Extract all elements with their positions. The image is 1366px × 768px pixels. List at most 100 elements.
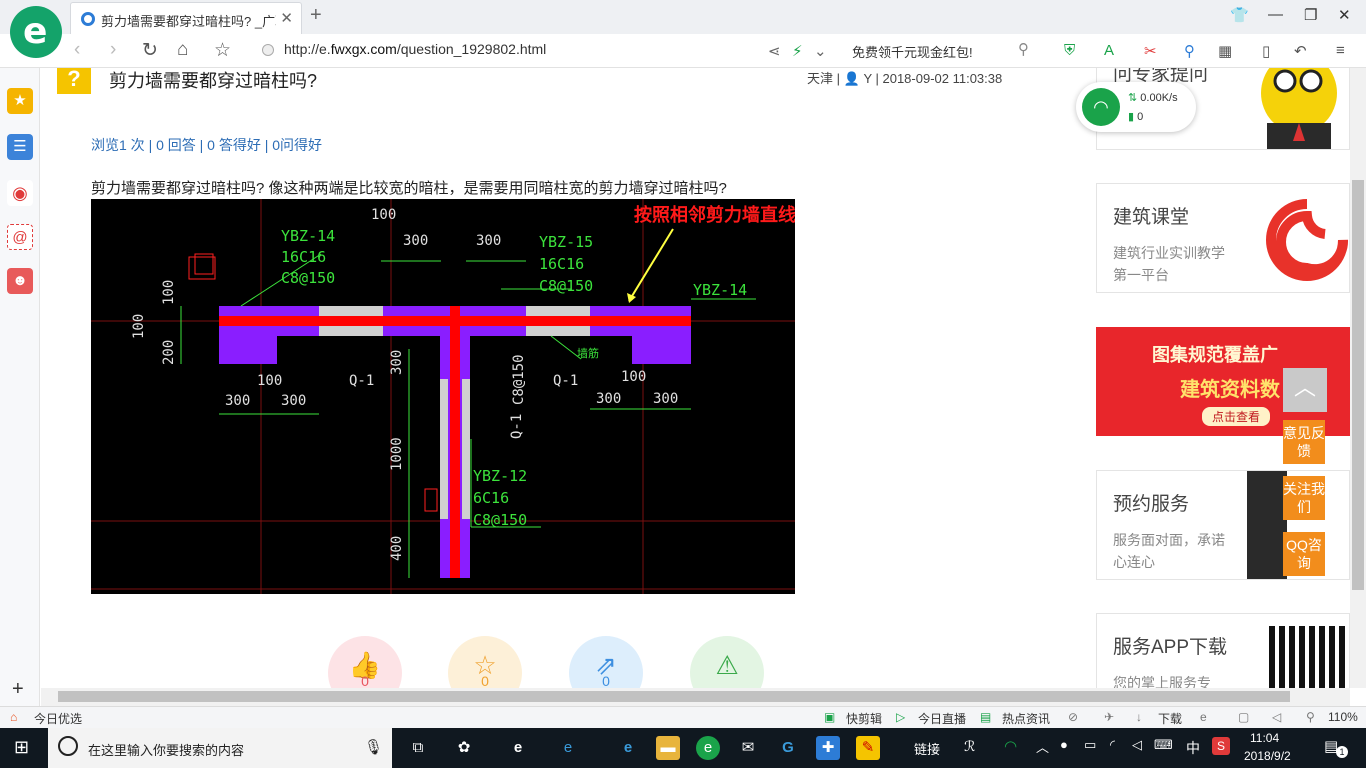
dim-top-300a: 300 [403,233,428,249]
favorite-button[interactable]: ☆ 0 [448,636,522,688]
mail-icon[interactable]: ✉ [736,736,760,760]
bookmark-star-icon[interactable]: ☆ [214,39,231,62]
network-speed-widget[interactable]: ◠ ⇅ 0.00K/s ▮ 0 [1076,82,1196,132]
asker-city[interactable]: 天津 [807,71,833,86]
battery-tray-icon[interactable]: ▭ [1084,737,1096,753]
label-ybz15-rebar: 16C16 [539,255,584,273]
site-info-icon[interactable] [262,44,274,56]
news-feed-icon[interactable]: ☰ [7,134,33,160]
game-icon[interactable]: ☻ [7,268,33,294]
address-bar[interactable]: http://e.fwxgx.com/question_1929802.html [262,40,822,62]
net-count: 0 [1137,111,1144,123]
browser-2345-icon[interactable]: e [696,736,720,760]
g-app-icon[interactable]: G [776,736,800,760]
live-label[interactable]: 今日直播 [918,710,966,727]
today-picks-label[interactable]: 今日优选 [34,710,82,727]
notification-bell-icon[interactable]: ● [1060,737,1068,752]
ie-mode-icon[interactable]: e [1200,710,1207,724]
home-icon[interactable]: ⌂ [177,39,188,61]
label-ybz14: YBZ-14 [281,227,335,245]
browser-logo[interactable]: e [10,6,62,58]
like-button[interactable]: 👍 0 [328,636,402,688]
skin-icon[interactable]: 👕 [1230,6,1249,24]
app-download-card[interactable]: 服务APP下载 您的掌上服务专 [1096,613,1350,688]
cad-drawing-image[interactable]: YBZ-14 16C16 C8@150 YBZ-15 16C16 C8@150 … [91,199,904,594]
plus-app-icon[interactable]: ✚ [816,736,840,760]
clock-time[interactable]: 11:04 [1250,731,1279,745]
new-tab-icon[interactable]: + [310,4,322,27]
sound-icon[interactable]: ◁ [1272,710,1281,724]
weibo-icon[interactable]: ◉ [7,180,33,206]
close-tab-icon[interactable]: ✕ [280,9,293,27]
zoom-level[interactable]: 110% [1328,710,1358,724]
screenshot-scissors-icon[interactable]: ✂ [1144,42,1157,60]
search-box[interactable]: 免费领千元现金红包! ⚲ [840,40,1040,62]
network-tray-icon[interactable]: ◜ [1110,737,1115,753]
tray-expand-icon[interactable]: ︿ [1036,737,1049,756]
microphone-icon[interactable]: 🎙 [364,738,383,756]
windows-start-icon[interactable]: ⊞ [14,737,29,758]
sogou-ime-icon[interactable]: S [1212,737,1230,755]
close-window-icon[interactable]: ✕ [1338,6,1351,24]
forward-icon[interactable]: › [110,39,116,61]
menu-icon[interactable]: ≡ [1336,42,1345,59]
taskbar-search[interactable]: 在这里输入你要搜索的内容 🎙 [48,728,392,768]
report-button[interactable]: ⚠ [690,636,764,688]
hot-news-label[interactable]: 热点资讯 [1002,710,1050,727]
architecture-class-card[interactable]: 建筑课堂 建筑行业实训教学第一平台 [1096,183,1350,293]
translate-icon[interactable]: A [1104,42,1114,59]
vertical-scroll-thumb[interactable] [1352,180,1364,590]
browser-tab[interactable]: 剪力墙需要都穿过暗柱吗? _广联 ✕ [70,2,302,34]
asker-name[interactable]: Y [863,71,871,86]
label-q1-vertical: Q-1 [509,414,525,439]
notepad-app-icon[interactable]: ✎ [856,736,880,760]
ie-icon[interactable]: e [616,736,640,760]
restore-icon[interactable]: ❐ [1304,6,1317,24]
browser-e-icon[interactable]: e [556,736,580,760]
back-to-top-icon[interactable]: ︿ [1283,368,1327,412]
find-icon[interactable]: ⚲ [1184,42,1195,60]
qq-consult-button[interactable]: QQ咨询 [1283,532,1325,576]
horizontal-scroll-thumb[interactable] [58,691,1290,702]
share-icon[interactable]: ⋖ [768,42,781,60]
apps-grid-icon[interactable]: ▦ [1218,42,1232,60]
logo-letter: e [23,11,48,52]
follow-us-button[interactable]: 关注我们 [1283,476,1325,520]
back-icon[interactable]: ‹ [74,39,80,61]
feedback-button[interactable]: 意见反馈 [1283,420,1325,464]
share-button[interactable]: ⇗ 0 [569,636,643,688]
people-icon[interactable]: ℛ [964,738,975,755]
favorites-star-icon[interactable]: ★ [7,88,33,114]
chevron-down-icon[interactable]: ⌄ [814,42,827,60]
pin-icon[interactable]: ✈ [1104,710,1114,724]
banner-button[interactable]: 点击查看 [1202,407,1271,426]
undo-icon[interactable]: ↶ [1294,42,1307,60]
keyboard-tray-icon[interactable]: ⌨ [1154,737,1173,753]
shield-icon[interactable]: ⛨ [1064,42,1075,59]
notification-count: 1 [1336,746,1348,758]
clock-date[interactable]: 2018/9/2 [1244,749,1291,763]
ime-language[interactable]: 中 [1186,738,1200,758]
today-picks-icon: ⌂ [10,710,18,724]
download-label[interactable]: 下载 [1158,710,1182,727]
fan-app-icon[interactable]: ✿ [452,736,476,760]
add-sidebar-icon[interactable]: + [12,678,24,701]
minimize-icon[interactable]: — [1268,6,1283,23]
link-label[interactable]: 链接 [914,739,940,758]
quick-clip-label[interactable]: 快剪辑 [846,710,882,727]
refresh-icon[interactable]: ↻ [142,39,158,62]
reading-mode-icon[interactable]: ▯ [1262,42,1270,60]
url-text[interactable]: http://e.fwxgx.com/question_1929802.html [284,41,546,57]
user-icon: 👤 [843,71,860,86]
lightning-icon[interactable]: ⚡ [792,42,803,60]
search-icon[interactable]: ⚲ [1018,40,1029,58]
email-icon[interactable]: @ [7,224,33,250]
window-icon[interactable]: ▢ [1238,710,1249,724]
edge-icon[interactable]: e [506,736,530,760]
label-ybz14-rebar: 16C16 [281,248,326,266]
task-view-icon[interactable]: ⧉ [406,736,430,760]
file-explorer-icon[interactable]: ▬ [656,736,680,760]
volume-tray-icon[interactable]: ◁ [1132,737,1142,753]
wifi-tray-icon[interactable]: ◠ [1004,737,1017,755]
accelerate-icon[interactable]: ⊘ [1068,710,1078,724]
